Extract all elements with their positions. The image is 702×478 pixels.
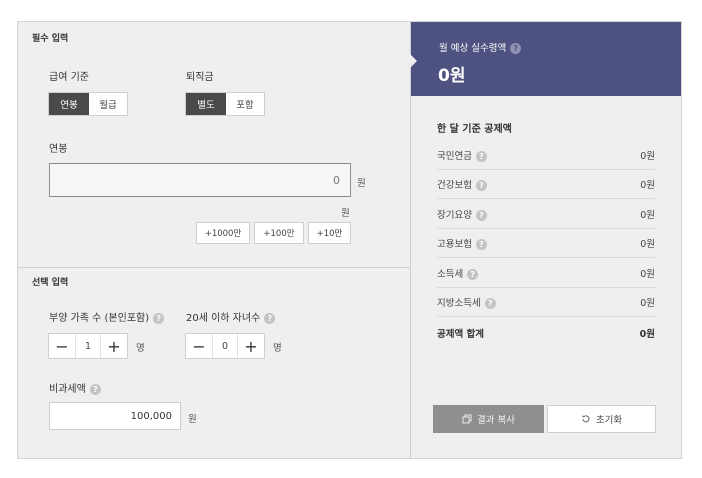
result-header: 월 예상 실수령액? 0원: [410, 22, 681, 96]
deduction-label: 지방소득세: [437, 298, 481, 309]
deduction-value: 0원: [640, 239, 655, 250]
reset-button[interactable]: 초기화: [547, 405, 656, 433]
help-icon[interactable]: ?: [475, 151, 487, 162]
deduction-label: 장기요양: [437, 210, 472, 221]
copy-icon: [462, 414, 472, 424]
deduction-row: 건강보험? 0원: [437, 170, 655, 199]
deduction-row: 소득세? 0원: [437, 259, 655, 288]
deduction-title: 한 달 기준 공제액: [437, 124, 512, 135]
children-value[interactable]: 0: [212, 334, 238, 358]
dependents-minus-button[interactable]: −: [49, 334, 75, 358]
section-divider: [18, 267, 410, 268]
deduction-total-label: 공제액 합계: [437, 328, 485, 340]
children-unit: 명: [273, 343, 282, 354]
help-icon[interactable]: ?: [475, 180, 487, 191]
reset-icon: [582, 415, 590, 423]
deduction-total-row: 공제액 합계 0원: [437, 318, 655, 347]
reset-label: 초기화: [595, 415, 623, 426]
result-pointer: [410, 54, 417, 68]
dependents-stepper: − 1 +: [48, 333, 128, 359]
copy-result-button[interactable]: 결과 복사: [433, 405, 544, 433]
deduction-value: 0원: [640, 298, 655, 309]
severance-toggle: 별도 포함: [185, 92, 265, 116]
dependents-label: 부양 가족 수 (본인포함)?: [49, 309, 165, 324]
dependents-plus-button[interactable]: +: [101, 334, 127, 358]
deduction-row: 국민연금? 0원: [437, 141, 655, 170]
nontaxable-input[interactable]: 100,000: [49, 402, 181, 430]
required-section-title: 필수 입력: [32, 34, 69, 44]
salary-basis-label: 급여 기준: [49, 72, 89, 83]
deduction-row: 고용보험? 0원: [437, 229, 655, 258]
annual-salary-input[interactable]: 0: [49, 163, 351, 197]
result-title: 월 예상 실수령액?: [439, 40, 522, 54]
dependents-unit: 명: [136, 343, 145, 354]
deduction-value: 0원: [640, 180, 655, 191]
deduction-label: 국민연금: [437, 151, 472, 162]
salary-basis-annual-option[interactable]: 연봉: [49, 93, 89, 115]
deduction-label: 소득세: [437, 269, 464, 280]
severance-included-option[interactable]: 포함: [226, 93, 264, 115]
result-panel: 월 예상 실수령액? 0원 한 달 기준 공제액 국민연금? 0원 건강보험? …: [410, 22, 681, 458]
add-10-million-button[interactable]: +1000만: [196, 222, 250, 244]
nontaxable-label-text: 비과세액: [49, 384, 86, 395]
optional-section-title: 선택 입력: [32, 278, 69, 288]
salary-basis-toggle: 연봉 월급: [48, 92, 128, 116]
help-icon[interactable]: ?: [475, 210, 487, 221]
result-title-text: 월 예상 실수령액: [439, 43, 507, 54]
help-icon[interactable]: ?: [484, 298, 496, 309]
dependents-value[interactable]: 1: [75, 334, 101, 358]
net-pay-value: 0원: [438, 66, 466, 86]
add-100k-button[interactable]: +10만: [308, 222, 351, 244]
deduction-row: 지방소득세? 0원: [437, 288, 655, 317]
nontaxable-label: 비과세액?: [49, 380, 101, 395]
deduction-label: 고용보험: [437, 239, 472, 250]
salary-calculator: 필수 입력 급여 기준 연봉 월급 퇴직금 별도 포함 연봉 0 원 원 +10…: [17, 21, 682, 459]
help-icon[interactable]: ?: [264, 312, 276, 324]
deduction-value: 0원: [640, 269, 655, 280]
deduction-label: 건강보험: [437, 180, 472, 191]
help-icon[interactable]: ?: [89, 383, 101, 395]
deduction-value: 0원: [640, 151, 655, 162]
children-label-text: 20세 이하 자녀수: [186, 313, 261, 324]
severance-label: 퇴직금: [186, 72, 214, 83]
salary-basis-monthly-option[interactable]: 월급: [89, 93, 127, 115]
help-icon[interactable]: ?: [153, 312, 165, 324]
add-1-million-button[interactable]: +100만: [254, 222, 304, 244]
nontaxable-unit: 원: [188, 414, 197, 425]
dependents-label-text: 부양 가족 수 (본인포함): [49, 313, 150, 324]
copy-result-label: 결과 복사: [477, 415, 515, 426]
help-icon[interactable]: ?: [475, 239, 487, 250]
children-stepper: − 0 +: [185, 333, 265, 359]
annual-salary-unit: 원: [357, 178, 366, 189]
severance-separate-option[interactable]: 별도: [186, 93, 226, 115]
children-plus-button[interactable]: +: [238, 334, 264, 358]
deduction-total-value: 0원: [639, 328, 655, 340]
annual-salary-subunit: 원: [341, 208, 350, 219]
children-label: 20세 이하 자녀수?: [186, 309, 276, 324]
annual-salary-label: 연봉: [49, 144, 68, 155]
help-icon[interactable]: ?: [467, 269, 479, 280]
deduction-value: 0원: [640, 210, 655, 221]
children-minus-button[interactable]: −: [186, 334, 212, 358]
help-icon[interactable]: ?: [510, 43, 522, 54]
input-panel: 필수 입력 급여 기준 연봉 월급 퇴직금 별도 포함 연봉 0 원 원 +10…: [18, 22, 410, 458]
deduction-row: 장기요양? 0원: [437, 200, 655, 229]
